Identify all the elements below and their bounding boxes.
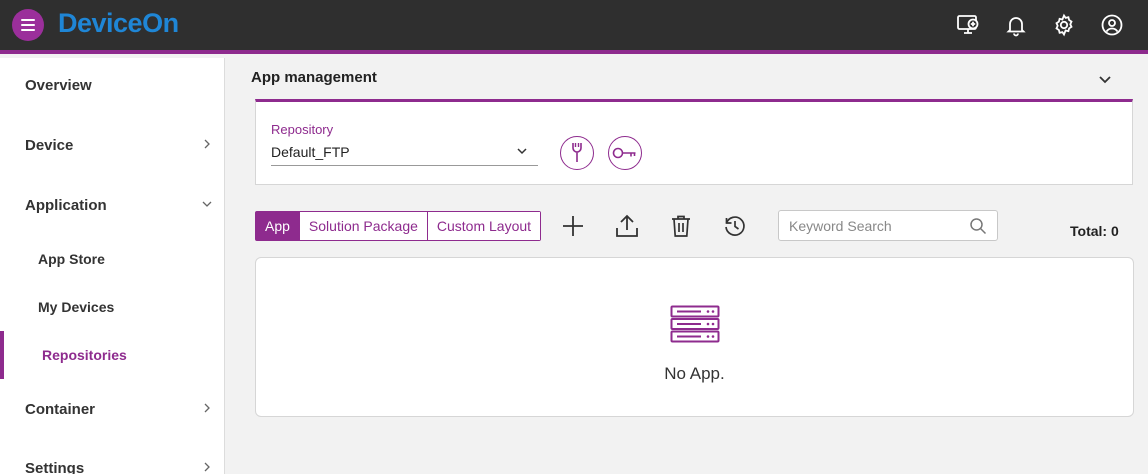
- sidebar-item-application[interactable]: Application: [0, 183, 224, 227]
- add-icon[interactable]: [560, 213, 586, 239]
- repository-key-button[interactable]: [608, 136, 642, 170]
- upload-icon[interactable]: [614, 213, 640, 239]
- sidebar-item-label: Overview: [25, 76, 92, 94]
- bell-icon[interactable]: [1004, 13, 1028, 37]
- trash-icon[interactable]: [668, 213, 694, 239]
- sidebar-item-label: Settings: [25, 459, 85, 474]
- sidebar-item-label: Application: [25, 196, 107, 214]
- chevron-right-icon: [204, 462, 210, 472]
- sidebar-item-container[interactable]: Container: [0, 387, 224, 431]
- tab-custom-layout[interactable]: Custom Layout: [427, 212, 541, 240]
- sidebar-item-settings[interactable]: Settings: [0, 446, 224, 474]
- sidebar-item-label: My Devices: [38, 299, 115, 315]
- repository-settings-button[interactable]: [560, 136, 594, 170]
- chevron-down-icon[interactable]: [1097, 72, 1113, 88]
- repository-value: Default_FTP: [271, 144, 350, 160]
- repository-panel: Repository Default_FTP: [255, 99, 1133, 185]
- sidebar-item-my-devices[interactable]: My Devices: [0, 287, 224, 327]
- search-icon[interactable]: [969, 217, 987, 235]
- chevron-right-icon: [204, 403, 210, 413]
- monitor-add-icon[interactable]: [956, 13, 980, 37]
- app-type-tabs: App Solution Package Custom Layout: [255, 211, 542, 241]
- sidebar-item-label: Container: [25, 400, 96, 418]
- sidebar-item-label: Repositories: [42, 347, 127, 363]
- repository-label: Repository: [271, 122, 334, 137]
- sidebar-item-label: Device: [25, 136, 74, 154]
- keyword-search: [778, 210, 998, 241]
- user-circle-icon[interactable]: [1100, 13, 1124, 37]
- sidebar-item-label: App Store: [38, 251, 105, 267]
- gear-icon[interactable]: [1052, 13, 1076, 37]
- hamburger-menu-button[interactable]: [12, 9, 44, 41]
- history-icon[interactable]: [722, 213, 748, 239]
- chevron-down-icon: [202, 201, 212, 207]
- app-logo[interactable]: DeviceOn: [58, 8, 179, 39]
- total-count: Total: 0: [1070, 223, 1119, 239]
- repository-select[interactable]: Default_FTP: [271, 140, 538, 166]
- menu-line: [21, 24, 35, 26]
- menu-line: [21, 29, 35, 31]
- tab-app[interactable]: App: [256, 212, 300, 240]
- search-input[interactable]: [789, 217, 959, 235]
- chevron-right-icon: [204, 139, 210, 149]
- sidebar: Overview Device Application App Store My…: [0, 58, 225, 474]
- sidebar-item-repositories[interactable]: Repositories: [0, 331, 224, 379]
- section-title: App management: [251, 69, 377, 86]
- app-list-panel: No App.: [255, 257, 1134, 417]
- sidebar-item-device[interactable]: Device: [0, 123, 224, 167]
- key-icon: [612, 147, 636, 159]
- empty-state-text: No App.: [664, 364, 725, 383]
- chevron-down-icon: [517, 148, 527, 155]
- sidebar-item-overview[interactable]: Overview: [0, 63, 224, 107]
- wrench-icon: [572, 143, 582, 162]
- sidebar-item-app-store[interactable]: App Store: [0, 239, 224, 279]
- tab-solution-package[interactable]: Solution Package: [299, 212, 428, 240]
- menu-line: [21, 19, 35, 21]
- server-icon: [670, 305, 720, 343]
- top-bar: DeviceOn: [0, 0, 1148, 54]
